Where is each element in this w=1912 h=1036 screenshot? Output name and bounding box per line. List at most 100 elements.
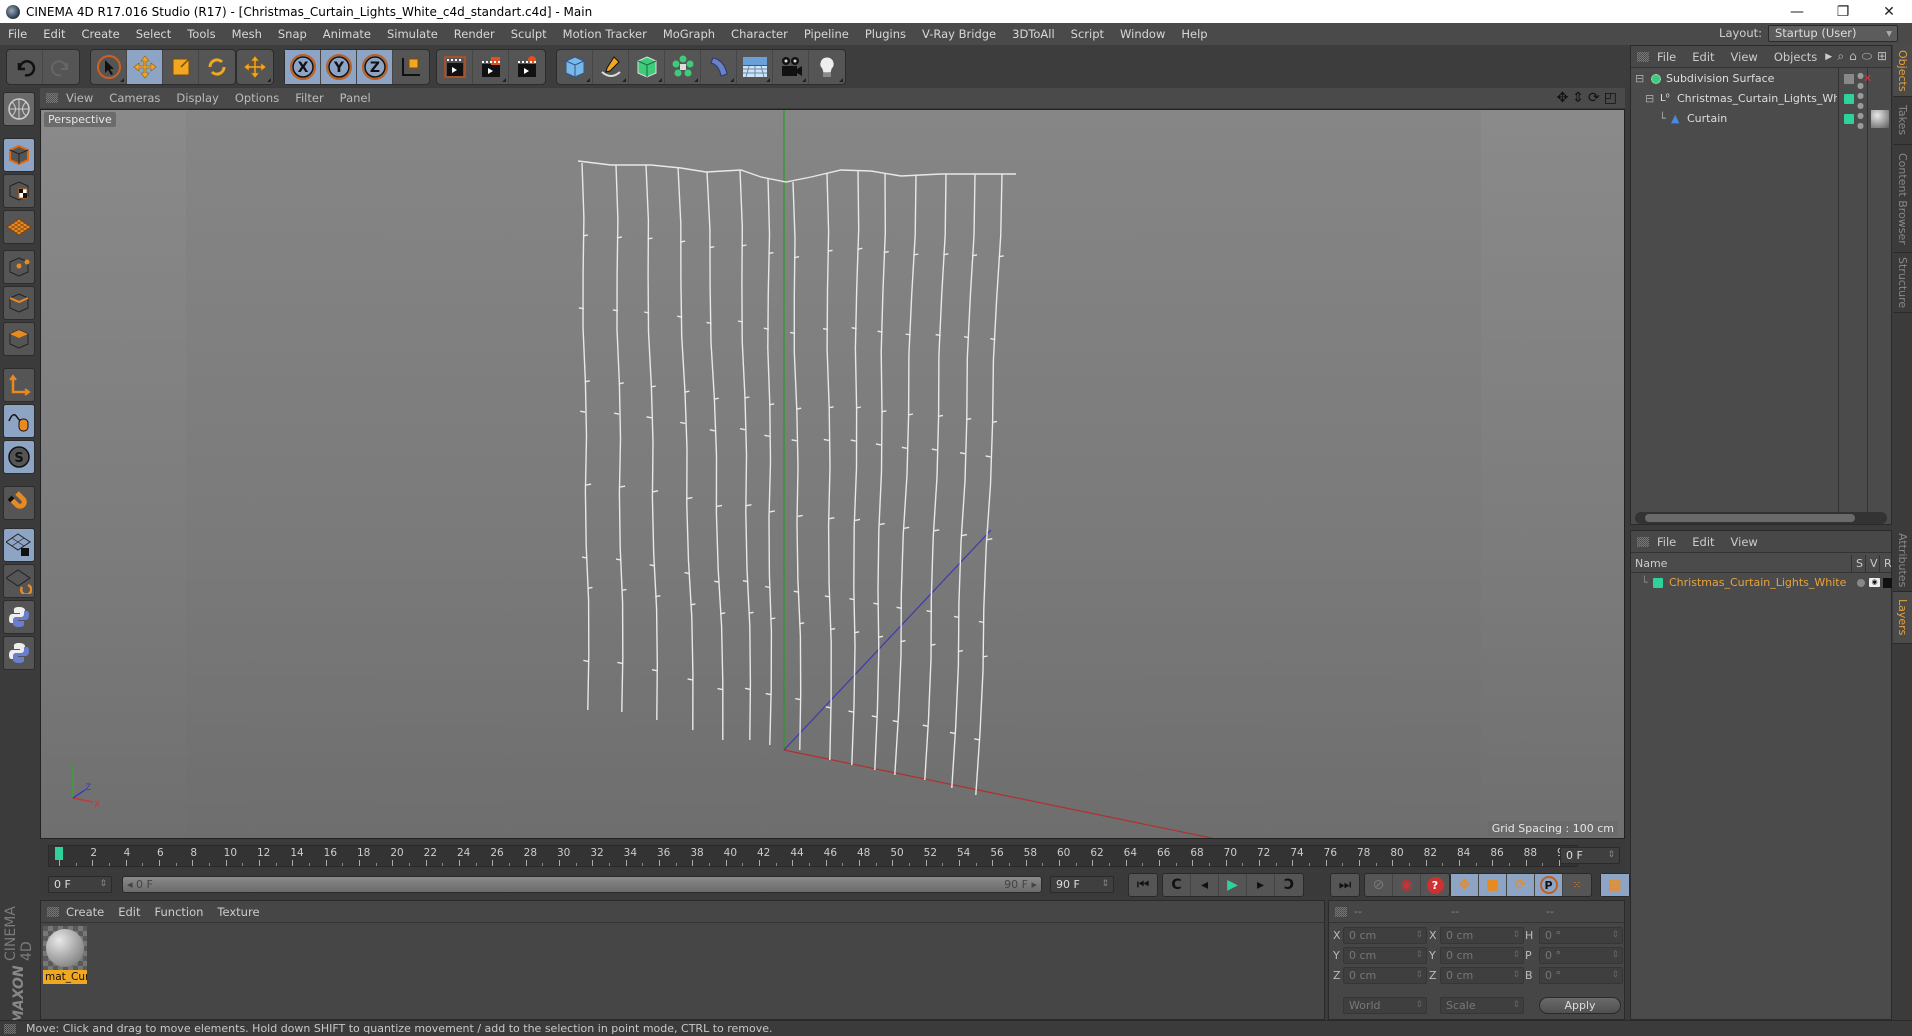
cube-button[interactable] [557,50,593,84]
layers-menu-edit[interactable]: Edit [1684,535,1722,549]
horizontal-scrollbar[interactable] [1635,512,1887,524]
hierarchy-icon[interactable]: ⬭ [1862,49,1872,64]
points-mode-button[interactable] [3,250,35,284]
start-frame-field[interactable]: 0 F ⇕ [48,876,112,893]
more-menu-icon[interactable]: ▶ [1825,52,1832,62]
scrollbar-thumb[interactable] [1645,514,1855,522]
coordinate-space-select[interactable]: World [1343,997,1427,1014]
coord-size-field[interactable]: 0 cm [1440,967,1524,984]
play-button[interactable]: ▶ [1219,874,1247,896]
layers-menu-view[interactable]: View [1723,535,1766,549]
objects-menu-edit[interactable]: Edit [1684,50,1722,64]
panel-grip-icon[interactable] [46,93,58,103]
move-tool-button[interactable] [127,50,163,84]
light-button[interactable] [809,50,845,84]
timeline-playhead[interactable] [55,847,63,860]
column-solo[interactable]: S [1851,555,1863,573]
menu-snap[interactable]: Snap [270,27,315,41]
previous-key-button[interactable]: C [1163,874,1191,896]
menu-plugins[interactable]: Plugins [857,27,914,41]
panel-grip-icon[interactable] [1335,906,1347,917]
preview-range-slider[interactable]: ◂ 0 F 90 F ▸ [122,876,1042,893]
render-toggle-icon[interactable] [1883,578,1892,588]
menu-file[interactable]: File [0,27,35,41]
deactivate-icon[interactable]: ✕ [1863,69,1872,89]
object-row-christmas-curtain[interactable]: ⊟ L⁰ Christmas_Curtain_Lights_Whit ● ● [1631,89,1891,111]
solo-mode-button[interactable]: S [3,440,35,474]
floor-button[interactable] [737,50,773,84]
workplane-lock-button[interactable] [3,528,35,562]
menu-motion-tracker[interactable]: Motion Tracker [555,27,655,41]
tab-layers[interactable]: Layers [1893,592,1912,644]
scale-tool-button[interactable] [163,50,199,84]
layer-row[interactable]: └ Christmas_Curtain_Lights_White ◉ [1631,573,1892,593]
menu-animate[interactable]: Animate [315,27,379,41]
viewport-menu-panel[interactable]: Panel [332,91,379,105]
coord-pos-field[interactable]: 0 cm [1343,927,1427,944]
visibility-dots-icon[interactable]: ● ● [1857,91,1864,111]
tab-takes[interactable]: Takes [1893,97,1912,145]
coord-rot-field[interactable]: 0 ° [1539,967,1623,984]
next-key-button[interactable]: Ↄ [1275,874,1303,896]
coord-rot-field[interactable]: 0 ° [1539,947,1623,964]
timeline-window-button[interactable]: ▤ [1601,874,1629,896]
object-row-subdivision-surface[interactable]: ⊟ Subdivision Surface ● ● ✕ [1631,69,1891,90]
menu-simulate[interactable]: Simulate [379,27,446,41]
objects-menu-objects[interactable]: Objects [1766,50,1825,64]
bend-deformer-button[interactable] [701,50,737,84]
key-pla-button[interactable]: ⁙ [1563,874,1591,896]
maximize-view-icon[interactable]: ◰ [1604,90,1617,106]
menu-select[interactable]: Select [128,27,179,41]
viewport-menu-display[interactable]: Display [168,91,226,105]
go-to-start-button[interactable]: ⏮ [1129,874,1157,896]
coord-pos-field[interactable]: 0 cm [1343,947,1427,964]
material-menu-function[interactable]: Function [148,905,211,919]
orbit-icon[interactable]: ⟳ [1588,90,1600,106]
next-frame-button[interactable]: ▸ [1247,874,1275,896]
key-parameter-button[interactable]: P [1535,874,1563,896]
camera-button[interactable] [773,50,809,84]
python-script-button-2[interactable] [3,636,35,670]
menu-create[interactable]: Create [74,27,128,41]
menu-mesh[interactable]: Mesh [224,27,270,41]
restore-icon[interactable]: ❐ [1820,0,1866,23]
key-position-button[interactable]: ✥ [1451,874,1479,896]
solo-toggle-icon[interactable] [1857,579,1865,587]
object-row-curtain[interactable]: └ ▲ Curtain ● ● [1631,109,1891,130]
collapse-icon[interactable]: ⊟ [1645,89,1654,109]
menu-edit[interactable]: Edit [35,27,73,41]
key-scale-button[interactable]: ■ [1479,874,1507,896]
layer-color-swatch[interactable] [1844,74,1854,84]
panel-grip-icon[interactable] [47,906,59,917]
pan-icon[interactable]: ✥ [1557,90,1569,106]
material-tag-icon[interactable] [1871,110,1889,128]
axis-mode-button[interactable] [3,368,35,402]
autokey-button[interactable]: ◉ [1393,874,1421,896]
render-view-button[interactable] [437,50,473,84]
dolly-icon[interactable]: ⇕ [1572,90,1584,106]
panel-grip-icon[interactable] [1637,51,1649,62]
render-picture-viewer-button[interactable] [473,50,509,84]
menu-render[interactable]: Render [446,27,503,41]
coord-pos-field[interactable]: 0 cm [1343,967,1427,984]
rotate-tool-button[interactable] [199,50,235,84]
polygons-mode-button[interactable] [3,322,35,356]
tab-attributes[interactable]: Attributes [1893,530,1912,592]
visibility-eye-icon[interactable]: ◉ [1869,578,1880,587]
live-selection-button[interactable] [91,50,127,84]
material-menu-edit[interactable]: Edit [111,905,147,919]
menu-vray-bridge[interactable]: V-Ray Bridge [914,27,1004,41]
timeline-ruler[interactable]: 0246810121416182022242628303234363840424… [40,842,1625,870]
menu-mograph[interactable]: MoGraph [655,27,723,41]
edges-mode-button[interactable] [3,286,35,320]
previous-frame-button[interactable]: ◂ [1191,874,1219,896]
menu-script[interactable]: Script [1063,27,1112,41]
menu-sculpt[interactable]: Sculpt [503,27,555,41]
viewport-menu-options[interactable]: Options [227,91,287,105]
panel-grip-icon[interactable] [1637,536,1649,547]
coordinate-mode-select[interactable]: Scale [1440,997,1524,1014]
tab-structure[interactable]: Structure [1893,253,1912,313]
tab-content-browser[interactable]: Content Browser [1893,145,1912,253]
viewport-menu-filter[interactable]: Filter [287,91,331,105]
objects-menu-view[interactable]: View [1723,50,1766,64]
